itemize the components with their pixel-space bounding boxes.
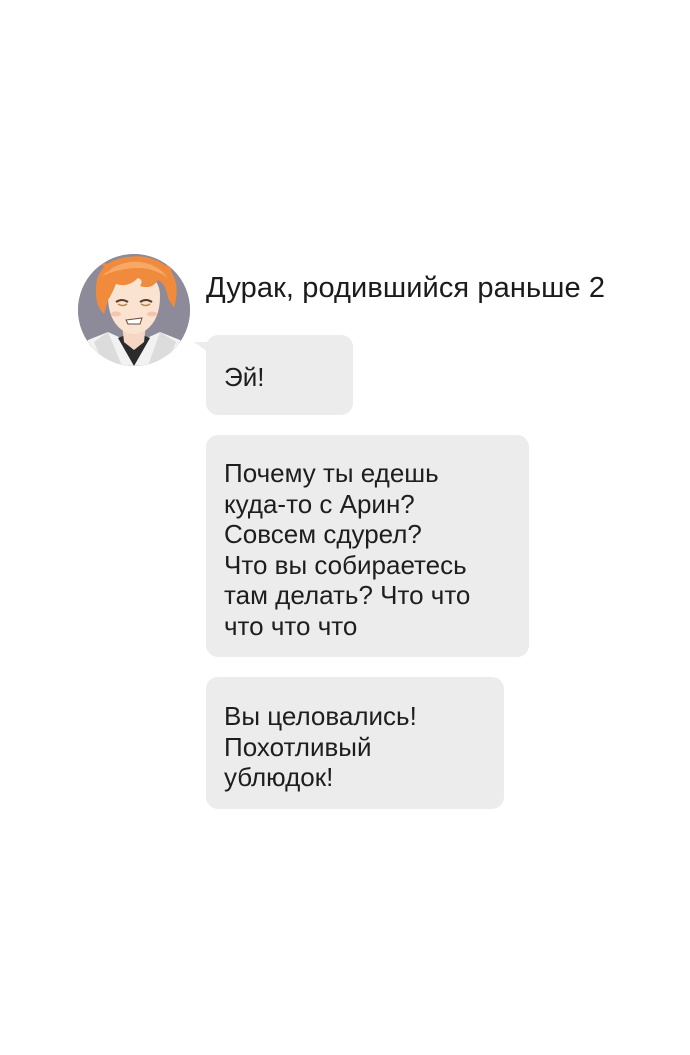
sender-name: Дурак, родившийся раньше 2	[206, 272, 606, 304]
message-line: ублюдок!	[224, 762, 334, 792]
message-line: куда-то с Арин?	[224, 488, 415, 519]
chat-thread: Дурак, родившийся раньше 2 Эй! Почему ты…	[0, 0, 690, 1055]
message-line: Совсем сдурел?	[224, 519, 422, 549]
message-line: Вы целовались!	[224, 701, 417, 731]
message-line: Почему ты едешь	[224, 458, 439, 488]
message-line: Похотливый	[224, 731, 372, 762]
avatar-illustration	[78, 254, 190, 366]
message-bubble[interactable]: Эй!	[206, 335, 353, 415]
message-line: что что что	[224, 610, 358, 641]
message-bubble[interactable]: Почему ты едешь куда-то с Арин? Совсем с…	[206, 435, 529, 657]
message-bubble[interactable]: Вы целовались! Похотливый ублюдок!	[206, 677, 504, 809]
message-line: там делать? Что что	[224, 580, 471, 610]
message-line: Что вы собираетесь	[224, 549, 467, 580]
sender-avatar[interactable]	[78, 254, 190, 366]
message-line: Эй!	[224, 362, 265, 392]
